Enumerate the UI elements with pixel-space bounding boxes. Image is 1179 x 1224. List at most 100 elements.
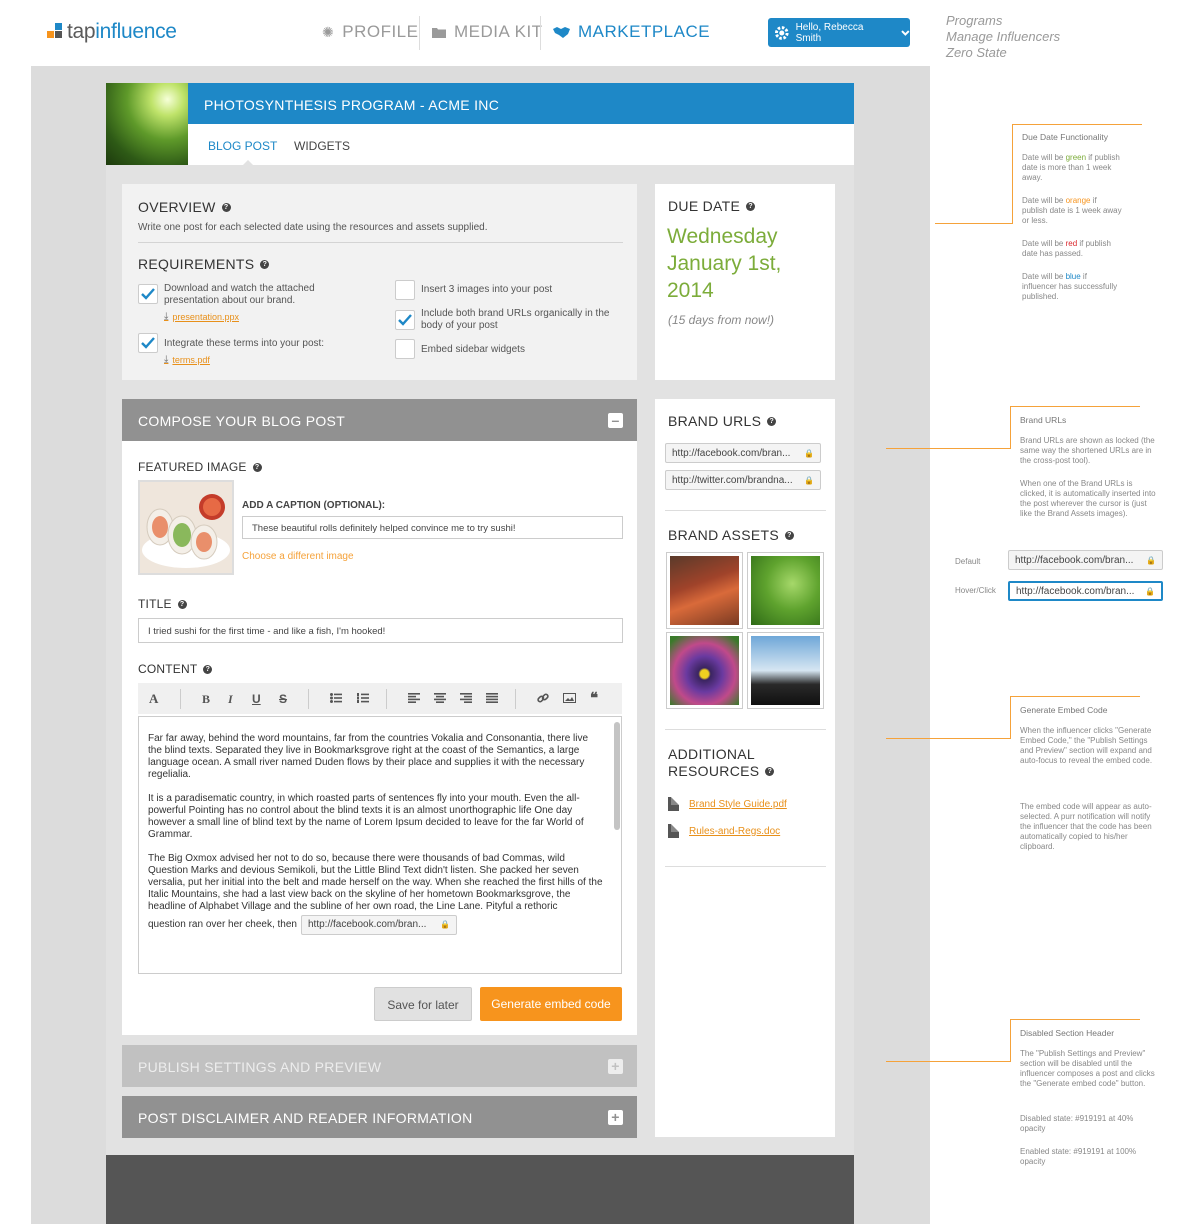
help-icon[interactable]: ?	[260, 259, 270, 269]
lock-icon: 🔒	[1146, 555, 1156, 565]
title-label-text: TITLE	[138, 597, 172, 611]
content-label: CONTENT ?	[138, 662, 213, 676]
quote-icon[interactable]: ❝	[590, 689, 598, 707]
help-icon[interactable]: ?	[252, 462, 262, 472]
overview-heading-text: OVERVIEW	[138, 199, 216, 215]
requirement-text-1: Download and watch the attached presenta…	[164, 283, 315, 306]
align-center-icon[interactable]	[434, 693, 446, 703]
annotation-line	[1010, 1019, 1011, 1062]
nav-profile-label: PROFILE	[342, 22, 419, 41]
brand-asset-grass-blade-image[interactable]	[747, 552, 824, 629]
checkmark-icon	[141, 288, 155, 300]
content-text: question ran over her cheek, then	[148, 919, 297, 930]
requirement-text-3: Insert 3 images into your post	[421, 284, 553, 295]
strikethrough-button[interactable]: S	[279, 692, 287, 706]
image-icon[interactable]	[563, 693, 576, 703]
additional-resources-heading-line2: RESOURCES	[668, 763, 760, 779]
help-icon[interactable]: ?	[177, 599, 187, 609]
spinner-icon: ✺	[322, 23, 335, 40]
annotation-line	[1010, 406, 1011, 449]
help-icon[interactable]: ?	[203, 664, 213, 674]
featured-image-thumbnail[interactable]	[138, 480, 234, 575]
italic-button[interactable]: I	[228, 692, 233, 707]
brand-asset-tree-silhouette-image[interactable]	[747, 632, 824, 709]
file-link-presentation[interactable]: ⤓ presentation.ppx	[164, 311, 239, 322]
title-input[interactable]: I tried sushi for the first time - and l…	[138, 618, 623, 643]
logo-text-tap: tap	[67, 20, 96, 43]
align-right-icon[interactable]	[460, 693, 472, 703]
help-icon[interactable]: ?	[746, 201, 756, 211]
brand-url-text: http://facebook.com/bran...	[672, 447, 791, 459]
logo-mark-icon	[47, 23, 63, 41]
link-icon[interactable]	[537, 692, 549, 704]
requirement-checkbox-3[interactable]	[395, 280, 415, 300]
numbered-list-icon[interactable]	[357, 693, 369, 703]
annotation-brand-urls-text: Brand URLs are shown as locked (the same…	[1020, 436, 1155, 465]
align-left-icon[interactable]	[408, 693, 420, 703]
annotation-disabled-text: The "Publish Settings and Preview" secti…	[1020, 1049, 1155, 1088]
annotation-due-blue: Date will be blue if influencer has succ…	[1022, 272, 1118, 301]
help-icon[interactable]: ?	[765, 767, 775, 776]
requirement-checkbox-2[interactable]	[138, 333, 158, 353]
tapinfluence-logo[interactable]: tapinfluence	[47, 20, 177, 44]
content-paragraph: It is a paradisematic country, in which …	[148, 793, 584, 840]
align-justify-icon[interactable]	[486, 693, 498, 703]
nav-profile[interactable]: ✺ PROFILE	[322, 22, 418, 42]
help-icon[interactable]: ?	[221, 202, 231, 212]
compose-heading: COMPOSE YOUR BLOG POST	[138, 413, 346, 429]
document-icon	[668, 824, 679, 838]
due-date-weekday: Wednesday	[667, 225, 778, 248]
tab-widgets[interactable]: WIDGETS	[294, 139, 350, 153]
requirement-checkbox-1[interactable]	[138, 284, 158, 304]
resource-link-style-guide[interactable]: Brand Style Guide.pdf	[668, 797, 787, 811]
save-for-later-button[interactable]: Save for later	[374, 987, 472, 1021]
brand-url-facebook[interactable]: http://facebook.com/bran... 🔒	[665, 443, 821, 463]
inline-brand-url[interactable]: http://facebook.com/bran... 🔒	[300, 915, 457, 935]
tab-blog-post[interactable]: BLOG POST	[208, 139, 277, 153]
compose-section-header[interactable]: COMPOSE YOUR BLOG POST –	[122, 399, 637, 441]
resource-link-rules[interactable]: Rules-and-Regs.doc	[668, 824, 780, 838]
expand-icon[interactable]: +	[608, 1110, 623, 1125]
requirements-heading-text: REQUIREMENTS	[138, 256, 255, 272]
brand-asset-pansy-flower-image[interactable]	[666, 632, 743, 709]
requirements-heading: REQUIREMENTS ?	[138, 256, 270, 272]
generate-embed-code-button[interactable]: Generate embed code	[480, 987, 622, 1021]
bold-button[interactable]: B	[202, 692, 210, 707]
user-menu-button[interactable]: Hello, Rebecca Smith	[768, 18, 910, 47]
sushi-image	[140, 482, 232, 573]
requirement-checkbox-5[interactable]	[395, 339, 415, 359]
requirement-checkbox-4[interactable]	[395, 310, 415, 330]
toolbar-divider	[180, 689, 181, 709]
underline-button[interactable]: U	[252, 692, 261, 706]
nav-marketplace[interactable]: MARKETPLACE	[553, 22, 710, 42]
annotation-line	[935, 223, 1013, 224]
document-icon	[668, 797, 679, 811]
file-link-terms[interactable]: ⤓ terms.pdf	[164, 354, 210, 365]
disclaimer-section-header[interactable]: POST DISCLAIMER AND READER INFORMATION +	[122, 1096, 637, 1138]
resource-link-label: Brand Style Guide.pdf	[689, 798, 787, 810]
requirement-text-4: Include both brand URLs organically in t…	[421, 308, 610, 331]
bullet-list-icon[interactable]	[330, 693, 342, 703]
brand-url-text: http://twitter.com/brandna...	[672, 474, 793, 486]
logo-text-influence: influence	[95, 20, 177, 43]
caption-input[interactable]: These beautiful rolls definitely helped …	[242, 516, 623, 539]
expand-icon: +	[608, 1059, 623, 1074]
due-date-day: January 1st,	[667, 252, 782, 275]
folder-icon	[432, 27, 446, 38]
featured-image-label-text: FEATURED IMAGE	[138, 460, 247, 474]
content-last-line: question ran over her cheek, then http:/…	[148, 915, 603, 935]
help-icon[interactable]: ?	[784, 530, 794, 540]
nav-media-kit[interactable]: MEDIA KIT	[432, 22, 543, 42]
download-icon: ⤓	[164, 311, 169, 322]
brand-asset-autumn-trees-image[interactable]	[666, 552, 743, 629]
nav-divider	[540, 16, 541, 50]
font-style-button[interactable]: A	[149, 691, 158, 707]
help-icon[interactable]: ?	[767, 416, 777, 426]
collapse-icon[interactable]: –	[608, 413, 623, 428]
checkmark-icon	[141, 337, 155, 349]
editor-scrollbar[interactable]	[614, 722, 620, 830]
content-editor[interactable]: Far far away, behind the word mountains,…	[138, 716, 622, 974]
choose-different-image-link[interactable]: Choose a different image	[242, 551, 354, 562]
annotation-default-label: Default	[955, 557, 981, 566]
brand-url-twitter[interactable]: http://twitter.com/brandna... 🔒	[665, 470, 821, 490]
